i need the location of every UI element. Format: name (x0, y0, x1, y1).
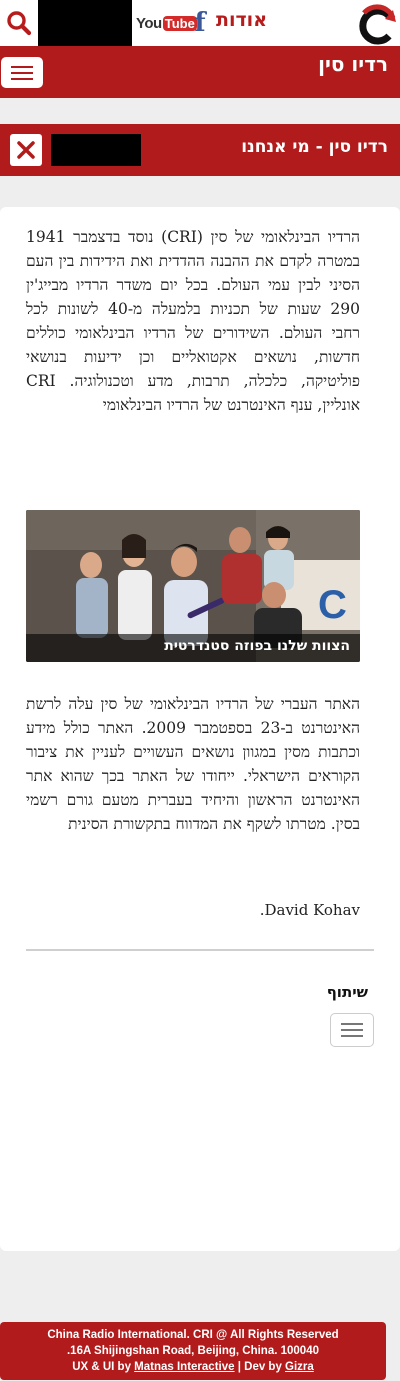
top-bar: You Tube f אודות (0, 0, 400, 46)
hamburger-menu-icon (11, 65, 33, 68)
search-button[interactable] (0, 0, 38, 46)
close-icon (17, 141, 35, 159)
close-button[interactable] (10, 134, 42, 166)
search-icon (7, 11, 32, 36)
redacted-block (51, 134, 141, 166)
svg-text:C: C (318, 583, 347, 627)
cri-logo-icon[interactable] (355, 4, 397, 48)
gizra-link[interactable]: Gizra (285, 1361, 314, 1373)
footer: China Radio International. CRI @ All Rig… (0, 1322, 386, 1380)
footer-credits-separator: | Dev by (234, 1361, 286, 1373)
menu-button[interactable] (1, 57, 43, 88)
content-divider (26, 949, 374, 951)
redacted-block (38, 0, 132, 46)
hamburger-menu-icon (341, 1023, 363, 1025)
about-link[interactable]: אודות (216, 9, 267, 31)
youtube-icon-you: You (136, 14, 162, 32)
photo-caption: הצוות שלנו בפוזה סטנדרטית (164, 638, 350, 654)
footer-credits-prefix: UX & UI by (72, 1361, 135, 1373)
footer-copyright: China Radio International. CRI @ All Rig… (47, 1329, 339, 1341)
brand-bar: רדיו סין (0, 46, 400, 98)
author-signature: David Kohav. (259, 901, 360, 919)
facebook-icon: f (194, 8, 206, 38)
footer-address: .16A Shijingshan Road, Beijing, China. 1… (66, 1345, 319, 1357)
site-title[interactable]: רדיו סין (318, 52, 388, 76)
facebook-link[interactable]: f (192, 8, 208, 38)
intro-paragraph: הרדיו הבינלאומי של סין (CRI) נוסד בדצמבר… (26, 228, 360, 414)
youtube-link[interactable]: You Tube (136, 12, 197, 34)
photo-caption-bar: הצוות שלנו בפוזה סטנדרטית (26, 634, 360, 662)
page-title: רדיו סין - מי אנחנו (241, 137, 388, 157)
matnas-interactive-link[interactable]: Matnas Interactive (134, 1361, 234, 1373)
footer-credits: UX & UI by Matnas Interactive | Dev by G… (0, 1359, 386, 1375)
team-photo: C הצוות שלנו בפוזה סטנדרטית (26, 510, 360, 662)
page-title-bar: רדיו סין - מי אנחנו (0, 124, 400, 176)
share-heading: שיתוף (326, 983, 368, 1001)
about-site-paragraph: האתר העברי של הרדיו הבינלאומי של סין עלה… (26, 695, 360, 833)
share-menu-toggle[interactable] (330, 1013, 374, 1047)
content-card: הרדיו הבינלאומי של סין (CRI) נוסד בדצמבר… (0, 207, 400, 1251)
